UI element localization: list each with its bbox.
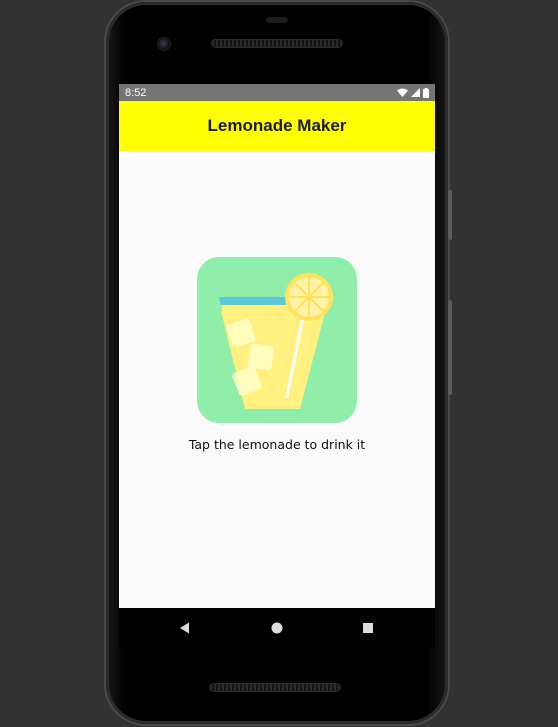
front-camera [158,38,170,50]
battery-icon [423,87,429,98]
navigation-bar [119,608,435,648]
home-icon [271,622,283,634]
power-button[interactable] [448,190,452,240]
app-title: Lemonade Maker [207,116,347,135]
earpiece-speaker [212,40,342,47]
recents-icon [363,623,373,633]
main-content: Tap the lemonade to drink it [119,151,435,608]
lemonade-image-button[interactable] [197,257,357,423]
lemonade-glass-icon [219,273,333,409]
device-screen: 8:52 Lemonade Maker Tap the lemonade to … [119,84,435,608]
status-time: 8:52 [125,86,147,99]
back-button[interactable] [175,618,195,638]
status-bar: 8:52 [119,84,435,101]
emulator-frame: 8:52 Lemonade Maker Tap the lemonade to … [0,0,558,727]
signal-icon [411,88,420,97]
app-bar: Lemonade Maker [119,101,435,151]
status-icons [397,87,429,98]
proximity-sensor [266,17,288,23]
recents-button[interactable] [358,618,378,638]
volume-button[interactable] [448,300,452,395]
home-button[interactable] [267,618,287,638]
back-icon [180,622,189,634]
wifi-icon [397,88,408,97]
instruction-text: Tap the lemonade to drink it [188,437,366,452]
bottom-speaker [210,684,340,691]
